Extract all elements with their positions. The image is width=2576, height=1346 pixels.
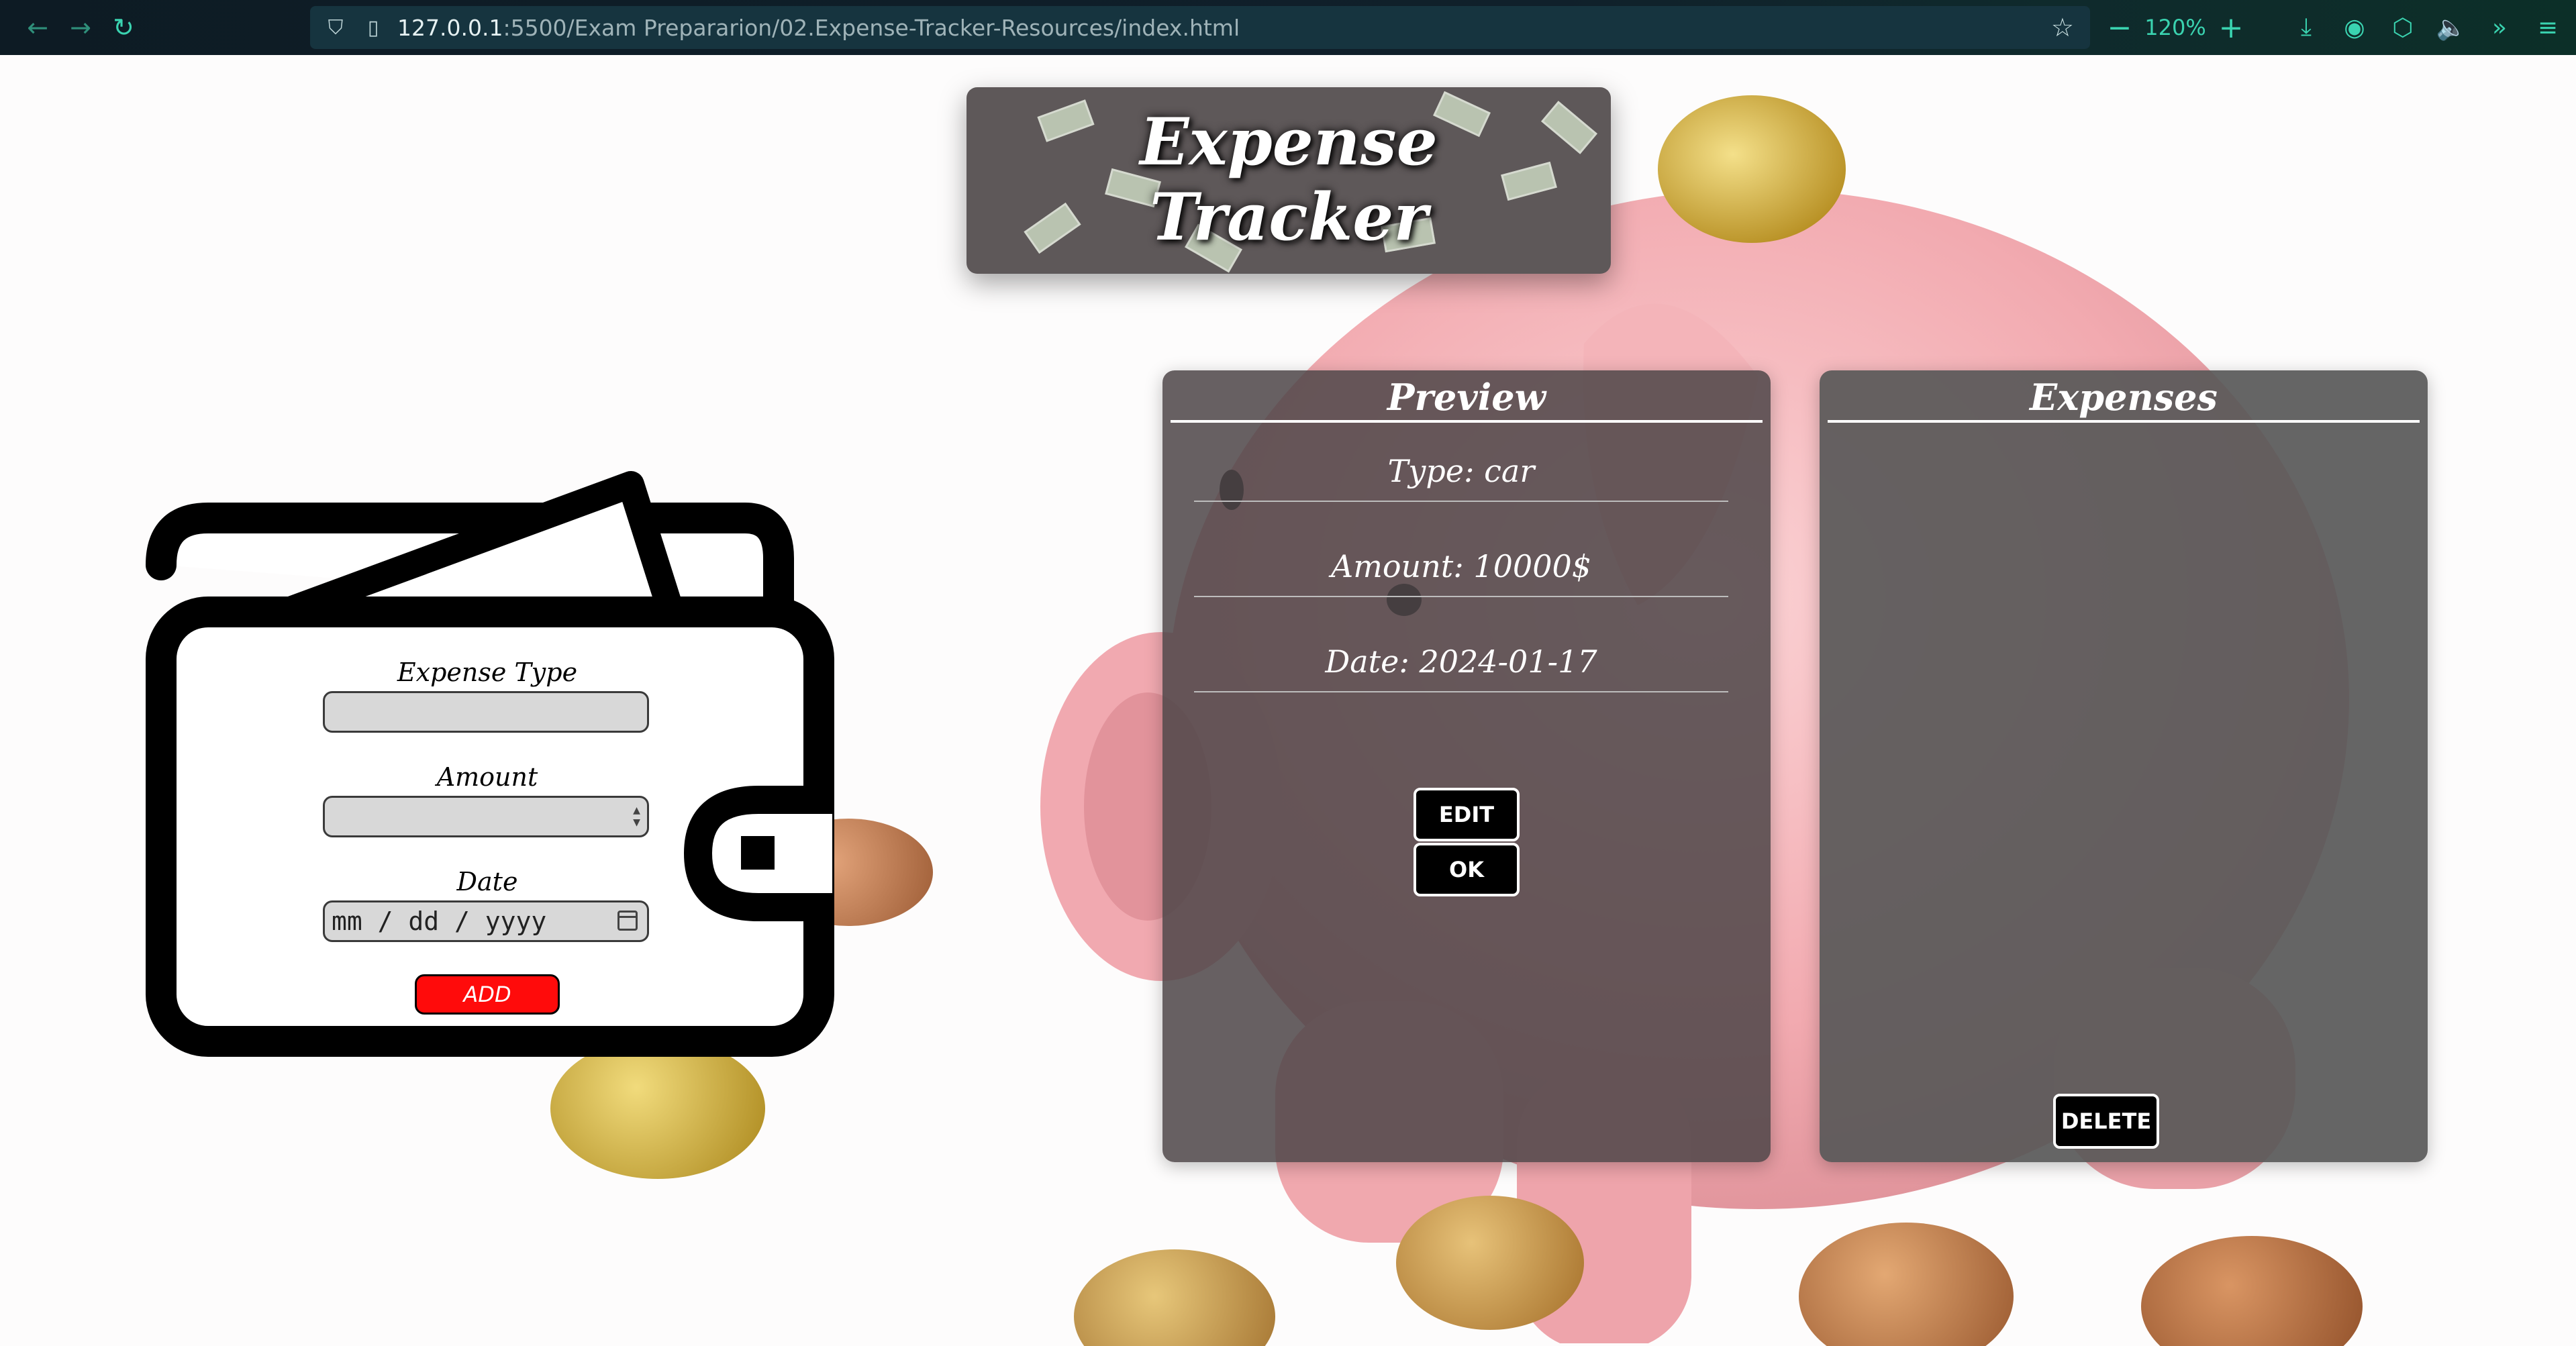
- back-arrow-icon[interactable]: ←: [16, 6, 59, 49]
- title-line-2: Tracker: [1150, 179, 1428, 255]
- header-banner: Expense Tracker: [967, 87, 1611, 274]
- url-text[interactable]: 127.0.0.1:5500/Exam Prepararion/02.Expen…: [397, 15, 1240, 41]
- expense-type-input[interactable]: [323, 691, 649, 733]
- title-line-1: Expense: [1140, 104, 1438, 180]
- url-path: :5500/Exam Prepararion/02.Expense-Tracke…: [503, 14, 1240, 41]
- expense-type-label: Expense Type: [397, 658, 578, 687]
- preview-amount: Amount: 10000$: [1194, 526, 1728, 597]
- speaker-icon[interactable]: 🔈: [2427, 13, 2475, 42]
- extensions-icon[interactable]: ⬡: [2379, 14, 2427, 42]
- star-icon[interactable]: ☆: [2051, 13, 2074, 42]
- preview-date: Date: 2024-01-17: [1194, 621, 1728, 692]
- amount-input[interactable]: ▲ ▼: [323, 796, 649, 837]
- delete-button[interactable]: DELETE: [2053, 1094, 2159, 1149]
- download-icon[interactable]: ⤓: [2282, 13, 2330, 42]
- calendar-icon[interactable]: [617, 911, 638, 931]
- more-tools-icon[interactable]: »: [2475, 14, 2524, 42]
- zoom-in-button[interactable]: +: [2212, 11, 2250, 45]
- ok-button[interactable]: OK: [1414, 843, 1520, 896]
- shield-icon[interactable]: ⛉: [324, 16, 348, 40]
- reload-icon[interactable]: ↻: [102, 6, 145, 49]
- date-placeholder: mm / dd / yyyy: [332, 907, 547, 936]
- preview-title: Preview: [1171, 374, 1763, 423]
- page: Expense Tracker Expense Type Amount ▲ ▼ D…: [0, 55, 2576, 1346]
- toolbar-icons: ⤓ ◉ ⬡ 🔈 » ≡: [2282, 6, 2572, 49]
- zoom-controls: − 120% +: [2101, 6, 2250, 49]
- number-spinner-icon[interactable]: ▲ ▼: [633, 805, 640, 829]
- expenses-title: Expenses: [1828, 374, 2420, 423]
- preview-panel: Preview Type: car Amount: 10000$ Date: 2…: [1162, 370, 1771, 1162]
- zoom-out-button[interactable]: −: [2101, 11, 2138, 45]
- add-button[interactable]: ADD: [415, 974, 560, 1015]
- date-input[interactable]: mm / dd / yyyy: [323, 900, 649, 942]
- account-icon[interactable]: ◉: [2330, 14, 2379, 42]
- browser-toolbar: ← → ↻ ⛉ ▯ 127.0.0.1:5500/Exam Preparario…: [0, 0, 2576, 55]
- nav-buttons: ← → ↻: [16, 6, 145, 49]
- amount-label: Amount: [436, 762, 538, 792]
- edit-button[interactable]: EDIT: [1414, 788, 1520, 841]
- url-host: 127.0.0.1: [397, 14, 503, 41]
- zoom-level[interactable]: 120%: [2138, 15, 2212, 40]
- address-bar[interactable]: ⛉ ▯ 127.0.0.1:5500/Exam Prepararion/02.E…: [310, 6, 2090, 49]
- expense-form: Expense Type Amount ▲ ▼ Date mm / dd / yy…: [134, 411, 846, 1095]
- page-title: Expense Tracker: [967, 105, 1611, 255]
- date-label: Date: [456, 867, 518, 896]
- expenses-panel: Expenses DELETE: [1820, 370, 2428, 1162]
- coin-image: [1396, 1196, 1584, 1330]
- page-icon: ▯: [367, 15, 379, 40]
- preview-type: Type: car: [1194, 431, 1728, 502]
- forward-arrow-icon[interactable]: →: [59, 6, 102, 49]
- menu-icon[interactable]: ≡: [2524, 14, 2572, 42]
